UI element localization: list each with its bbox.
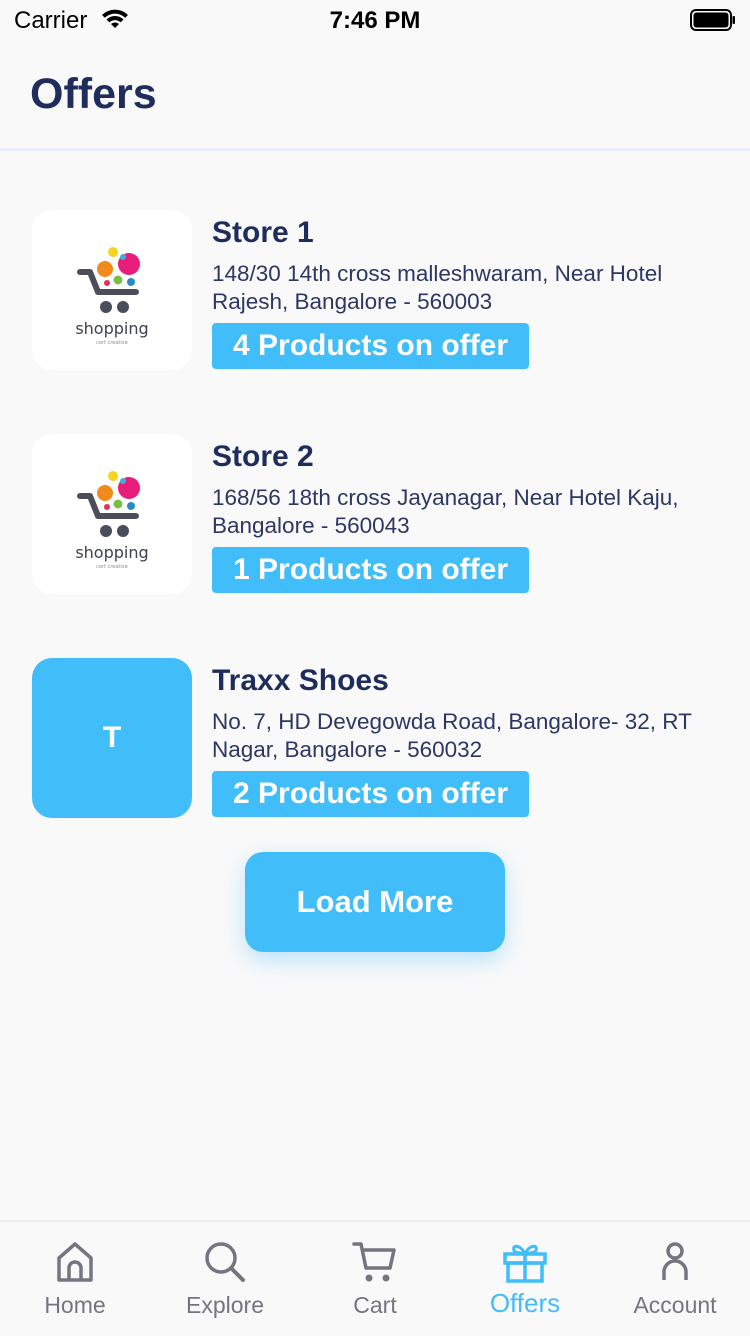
- tab-label: Explore: [186, 1292, 264, 1318]
- store-name: Store 2: [212, 440, 314, 473]
- tab-bar: Home Explore Cart Offers Account: [0, 1220, 750, 1336]
- gift-icon: [502, 1240, 548, 1289]
- page-header: Offers: [0, 40, 750, 151]
- battery-icon: [690, 9, 736, 38]
- clock: 7:46 PM: [329, 7, 421, 34]
- search-icon: [203, 1240, 247, 1289]
- load-more-button[interactable]: Load More: [245, 852, 505, 952]
- shopping-cart-logo-icon: shopping cart creative: [75, 247, 149, 346]
- tab-label: Home: [44, 1292, 106, 1318]
- store-logo: shopping cart creative: [32, 210, 192, 370]
- page-title: Offers: [30, 70, 157, 118]
- tab-offers[interactable]: Offers: [450, 1222, 600, 1336]
- offer-count-badge[interactable]: 1 Products on offer: [212, 547, 530, 593]
- tab-label: Cart: [353, 1292, 397, 1318]
- store-card[interactable]: shopping cart creative Store 2 168/56 18…: [32, 434, 722, 596]
- store-card[interactable]: T Traxx Shoes No. 7, HD Devegowda Road, …: [32, 658, 722, 820]
- tab-label: Offers: [489, 1288, 561, 1318]
- store-address: 168/56 18th cross Jayanagar, Near Hotel …: [212, 485, 679, 538]
- logo-text: shopping: [75, 543, 148, 562]
- tab-account[interactable]: Account: [600, 1222, 750, 1336]
- store-name: Traxx Shoes: [212, 664, 389, 697]
- store-logo: shopping cart creative: [32, 434, 192, 594]
- tab-explore[interactable]: Explore: [150, 1222, 300, 1336]
- status-bar: Carrier 7:46 PM: [0, 0, 750, 40]
- offer-count-badge[interactable]: 2 Products on offer: [212, 771, 530, 817]
- store-name: Store 1: [212, 216, 314, 249]
- offer-count-badge[interactable]: 4 Products on offer: [212, 323, 530, 369]
- store-card[interactable]: shopping cart creative Store 1 148/30 14…: [32, 210, 722, 372]
- store-logo-letter: T: [32, 658, 192, 818]
- user-icon: [655, 1240, 695, 1289]
- shopping-cart-logo-icon: shopping cart creative: [75, 471, 149, 570]
- tab-cart[interactable]: Cart: [300, 1222, 450, 1336]
- store-address: 148/30 14th cross malleshwaram, Near Hot…: [212, 261, 663, 314]
- tab-home[interactable]: Home: [0, 1222, 150, 1336]
- cart-icon: [352, 1240, 398, 1289]
- logo-text: shopping: [75, 319, 148, 338]
- store-address: No. 7, HD Devegowda Road, Bangalore- 32,…: [212, 709, 692, 762]
- logo-subtext: cart creative: [96, 564, 128, 570]
- home-icon: [55, 1240, 95, 1289]
- tab-label: Account: [633, 1292, 717, 1318]
- logo-subtext: cart creative: [96, 340, 128, 346]
